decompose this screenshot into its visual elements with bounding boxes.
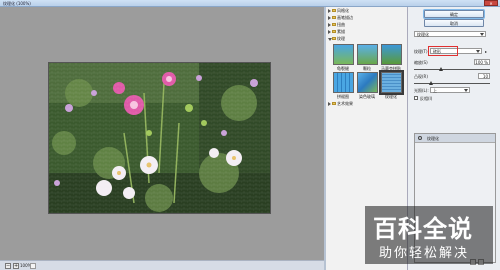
thumb-grain[interactable] [357,44,378,65]
cancel-button[interactable]: 取消 [424,19,484,27]
relief-slider[interactable] [414,81,490,85]
thumb-stained-glass[interactable] [357,72,378,93]
folder-icon [332,23,336,26]
zoom-out-button[interactable]: − [5,263,11,269]
preview-area[interactable] [0,7,324,260]
dropdown-arrow-icon [464,89,468,92]
thumb-texturizer[interactable] [379,70,404,95]
category-label: 纹理 [337,36,345,41]
dropdown-arrow-icon [480,33,484,36]
flower-photo [49,63,270,213]
invert-label: 反相(I) [420,96,433,101]
effect-layer-name: 纹理化 [427,136,439,141]
watermark: 百科全说 助你轻松解决 [365,206,493,264]
category-stylize[interactable]: 风格化 [326,7,407,14]
category-texture[interactable]: 纹理 [326,35,407,42]
zoom-dropdown[interactable] [30,263,36,269]
category-label: 扭曲 [337,22,345,27]
thumb-patchwork[interactable] [333,72,354,93]
menu-arrow-icon[interactable]: ▸ [485,49,487,54]
texture-thumbnails: 龟裂缝 颗粒 马赛克拼贴 拼缀图 染色玻璃 纹理化 [326,42,407,100]
category-label: 素描 [337,29,345,34]
relief-slider-knob[interactable] [429,81,434,85]
ok-button[interactable]: 确定 [424,10,484,18]
category-label: 风格化 [337,8,349,13]
relief-input[interactable]: 10 [478,73,490,79]
effect-layer-row[interactable]: 纹理化 [415,134,495,143]
texture-label: 纹理(T): [414,49,429,54]
folder-icon [332,102,336,105]
expand-arrow-icon [328,102,331,106]
expand-arrow-icon [328,9,331,13]
close-button[interactable]: ✕ [484,0,498,6]
expand-arrow-icon [328,16,331,20]
filter-select-value: 纹理化 [417,32,429,37]
scale-slider[interactable] [414,67,490,71]
scale-input[interactable]: 100 % [474,59,490,65]
invert-checkbox[interactable] [414,96,418,100]
folder-icon [332,9,336,12]
folder-icon [332,16,336,19]
eye-icon[interactable] [418,136,422,140]
scale-slider-knob[interactable] [439,67,444,71]
category-artistic[interactable]: 艺术效果 [326,100,407,107]
category-label: 艺术效果 [337,101,353,106]
thumb-craquelure[interactable] [333,44,354,65]
folder-open-icon [332,37,336,40]
zoom-in-button[interactable]: + [13,263,19,269]
status-bar: − + 100% [0,260,324,270]
filter-select[interactable]: 纹理化 [414,31,486,37]
category-distort[interactable]: 扭曲 [326,21,407,28]
light-label: 光照(L): [414,88,429,93]
folder-icon [332,30,336,33]
title-bar: 纹理化 (100%) ✕ [0,0,500,7]
scale-label: 缩放(S) [414,60,428,65]
watermark-title: 百科全说 [373,215,473,243]
category-sketch[interactable]: 素描 [326,28,407,35]
preview-image [49,63,270,213]
expand-arrow-icon [328,30,331,34]
expand-arrow-icon [328,23,331,27]
light-select-value: 上 [433,88,437,93]
thumb-mosaic-tiles[interactable] [381,44,402,65]
dropdown-arrow-icon [476,50,480,53]
highlight-box [428,46,458,56]
category-brush-strokes[interactable]: 画笔描边 [326,14,407,21]
relief-label: 凸现(R) [414,74,428,79]
category-label: 画笔描边 [337,15,353,20]
watermark-subtitle: 助你轻松解决 [379,246,470,261]
light-select[interactable]: 上 [430,87,470,93]
